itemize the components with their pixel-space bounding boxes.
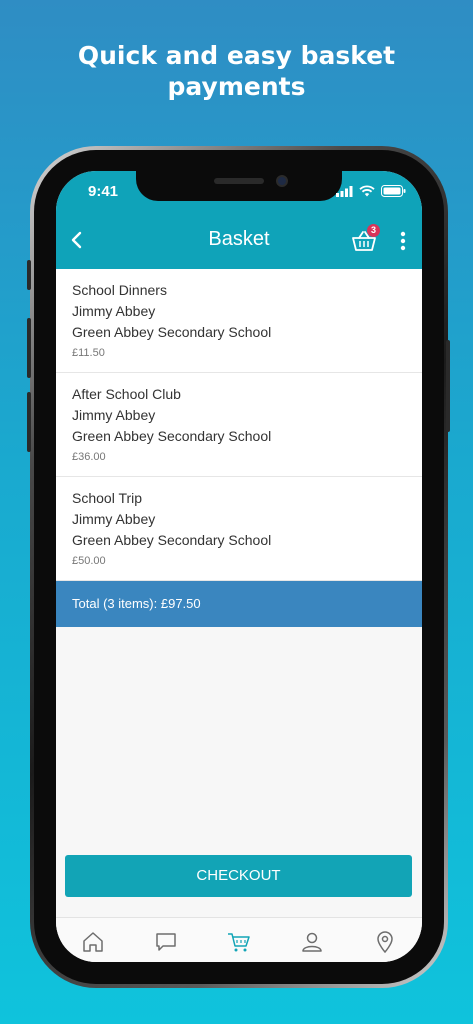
location-icon[interactable]	[373, 930, 397, 954]
app-header: 9:41 Basket 3	[56, 171, 422, 269]
basket-item[interactable]: School Trip Jimmy Abbey Green Abbey Seco…	[56, 477, 422, 581]
basket-item[interactable]: After School Club Jimmy Abbey Green Abbe…	[56, 373, 422, 477]
item-title: After School Club	[72, 386, 181, 402]
promo-line-2: payments	[167, 72, 306, 101]
item-title: School Trip	[72, 490, 143, 506]
basket-button[interactable]: 3	[350, 224, 380, 255]
item-child: Jimmy Abbey	[72, 303, 156, 319]
signal-icon	[336, 185, 353, 197]
status-time: 9:41	[88, 183, 119, 200]
volume-up-button	[27, 318, 31, 378]
basket-item[interactable]: School Dinners Jimmy Abbey Green Abbey S…	[56, 269, 422, 373]
status-icons	[336, 185, 406, 197]
item-price: £50.00	[72, 555, 106, 567]
item-child: Jimmy Abbey	[72, 511, 156, 527]
chat-icon[interactable]	[154, 930, 178, 954]
basket-count-badge: 3	[367, 224, 380, 237]
item-price: £11.50	[72, 347, 105, 359]
battery-icon	[381, 185, 406, 197]
bottom-tab-bar	[56, 917, 422, 962]
item-school: Green Abbey Secondary School	[72, 428, 272, 444]
item-child: Jimmy Abbey	[72, 407, 156, 423]
item-school: Green Abbey Secondary School	[72, 324, 272, 340]
volume-down-button	[27, 392, 31, 452]
basket-icon[interactable]	[227, 930, 251, 954]
home-icon[interactable]	[81, 930, 105, 954]
notch	[136, 171, 342, 201]
wifi-icon	[359, 185, 375, 197]
profile-icon[interactable]	[300, 930, 324, 954]
item-price: £36.00	[72, 451, 106, 463]
basket-total: Total (3 items): £97.50	[56, 581, 422, 627]
app-screen: 9:41 Basket 3 School Dinners Jimmy Abbey…	[56, 171, 422, 962]
promo-headline: Quick and easy basket payments	[0, 40, 473, 102]
item-school: Green Abbey Secondary School	[72, 532, 272, 548]
checkout-button[interactable]: CHECKOUT	[65, 855, 412, 897]
promo-line-1: Quick and easy basket	[77, 41, 396, 70]
more-options-icon[interactable]	[398, 230, 408, 252]
power-button	[446, 340, 450, 432]
basket-list: School Dinners Jimmy Abbey Green Abbey S…	[56, 269, 422, 627]
item-title: School Dinners	[72, 282, 167, 298]
mute-button	[27, 260, 31, 290]
